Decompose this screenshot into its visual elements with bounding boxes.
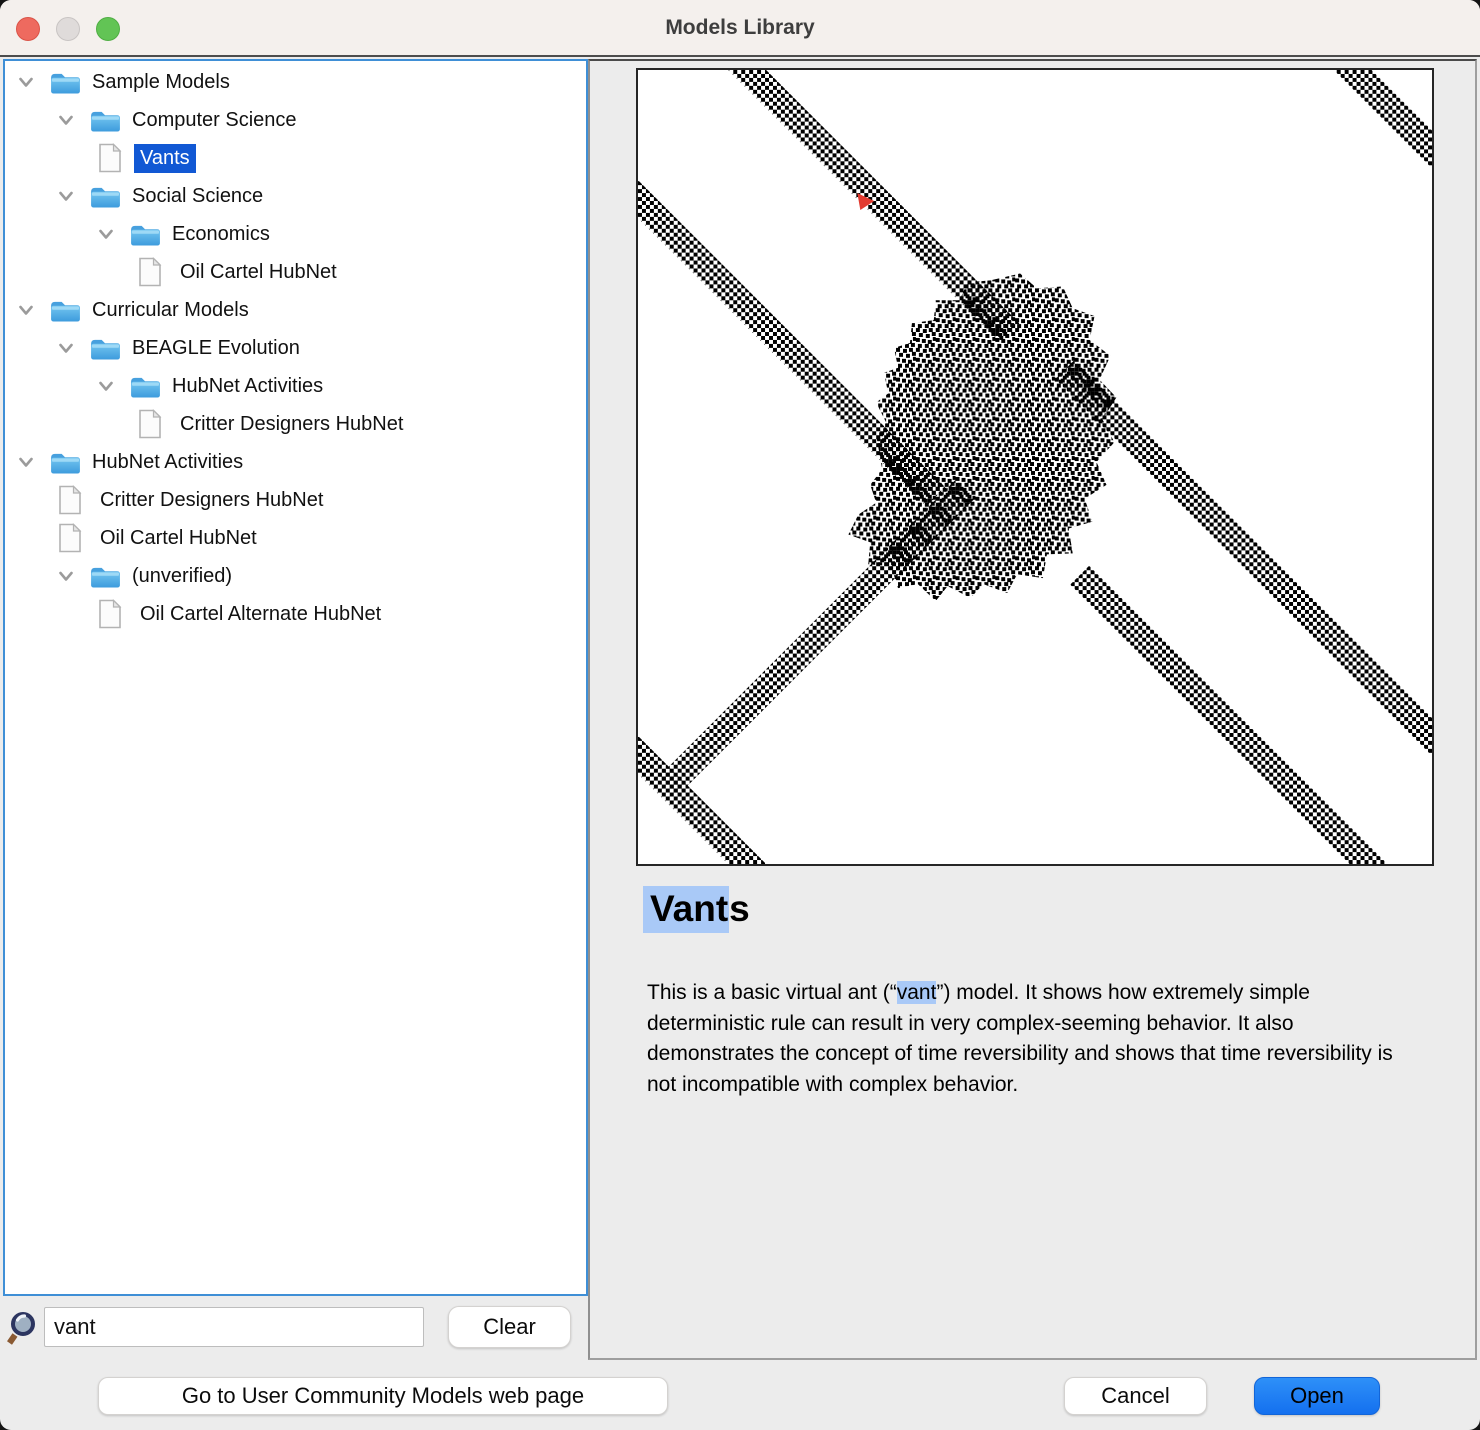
chevron-down-icon[interactable] [18,305,50,316]
folder-icon [90,336,130,361]
search-input[interactable] [44,1307,424,1347]
tree-item-social-science[interactable]: Social Science [5,177,586,215]
tree-item-oil-cartel-hubnet-2[interactable]: Oil Cartel HubNet [5,519,586,557]
tree-item-oil-cartel-hubnet[interactable]: Oil Cartel HubNet [5,253,586,291]
file-icon [98,599,138,629]
tree-item-label: Social Science [126,182,269,211]
tree-item-label: Critter Designers HubNet [174,410,409,439]
model-title-highlight: Vant [643,886,729,933]
folder-icon [130,374,170,399]
chevron-down-icon[interactable] [98,381,130,392]
chevron-down-icon[interactable] [58,571,90,582]
chevron-down-icon[interactable] [58,115,90,126]
clear-search-button[interactable]: Clear [448,1306,571,1348]
tree-item-critter-designers-hubnet-nested[interactable]: Critter Designers HubNet [5,405,586,443]
description-search-highlight: vant [897,981,937,1004]
file-icon [98,143,138,173]
folder-icon [90,108,130,133]
tree-item-label: Oil Cartel HubNet [174,258,343,287]
folder-icon [50,298,90,323]
tree-item-hubnet-activities-nested[interactable]: HubNet Activities [5,367,586,405]
tree-item-oil-cartel-alternate-hubnet[interactable]: Oil Cartel Alternate HubNet [5,595,586,633]
file-icon [58,523,98,553]
file-icon [58,485,98,515]
tree-item-sample-models[interactable]: Sample Models [5,63,586,101]
chevron-down-icon[interactable] [58,191,90,202]
cancel-button[interactable]: Cancel [1064,1377,1207,1415]
folder-icon [50,450,90,475]
search-icon [6,1310,38,1348]
tree-item-label: BEAGLE Evolution [126,334,306,363]
tree-item-label: Computer Science [126,106,303,135]
model-title: Vants [643,885,750,932]
folder-icon [90,564,130,589]
tree-item-beagle-evolution[interactable]: BEAGLE Evolution [5,329,586,367]
model-preview-image [636,68,1434,866]
tree-item-label: HubNet Activities [166,372,329,401]
tree-item-label: Economics [166,220,276,249]
open-button[interactable]: Open [1254,1377,1380,1415]
tree-item-economics[interactable]: Economics [5,215,586,253]
tree-item-label: Curricular Models [86,296,255,325]
model-description: This is a basic virtual ant (“vant”) mod… [647,978,1413,1100]
vants-pattern-image [638,70,1432,864]
tree-item-label: Critter Designers HubNet [94,486,329,515]
folder-icon [130,222,170,247]
tree-item-computer-science[interactable]: Computer Science [5,101,586,139]
chevron-down-icon[interactable] [18,77,50,88]
chevron-down-icon[interactable] [98,229,130,240]
file-icon [138,257,178,287]
tree-item-label: Oil Cartel Alternate HubNet [134,600,387,629]
tree-item-label: HubNet Activities [86,448,249,477]
folder-icon [50,70,90,95]
tree-item-label: (unverified) [126,562,238,591]
tree-item-unverified[interactable]: (unverified) [5,557,586,595]
tree-item-label: Oil Cartel HubNet [94,524,263,553]
tree-item-label: Sample Models [86,68,236,97]
tree-item-vants[interactable]: Vants [5,139,586,177]
tree-item-curricular-models[interactable]: Curricular Models [5,291,586,329]
tree-item-critter-designers-hubnet[interactable]: Critter Designers HubNet [5,481,586,519]
models-library-window: Models Library Sample Models Computer Sc… [0,0,1480,1430]
title-bar: Models Library [0,0,1480,57]
community-models-button[interactable]: Go to User Community Models web page [98,1377,668,1415]
file-icon [138,409,178,439]
tree-item-label: Vants [134,144,196,173]
model-preview-panel: Vants This is a basic virtual ant (“vant… [588,59,1477,1360]
tree-item-hubnet-activities[interactable]: HubNet Activities [5,443,586,481]
chevron-down-icon[interactable] [18,457,50,468]
models-tree: Sample Models Computer Science Vants Soc… [3,59,588,1296]
chevron-down-icon[interactable] [58,343,90,354]
folder-icon [90,184,130,209]
window-title: Models Library [0,0,1480,55]
search-bar: Clear [0,1303,588,1359]
